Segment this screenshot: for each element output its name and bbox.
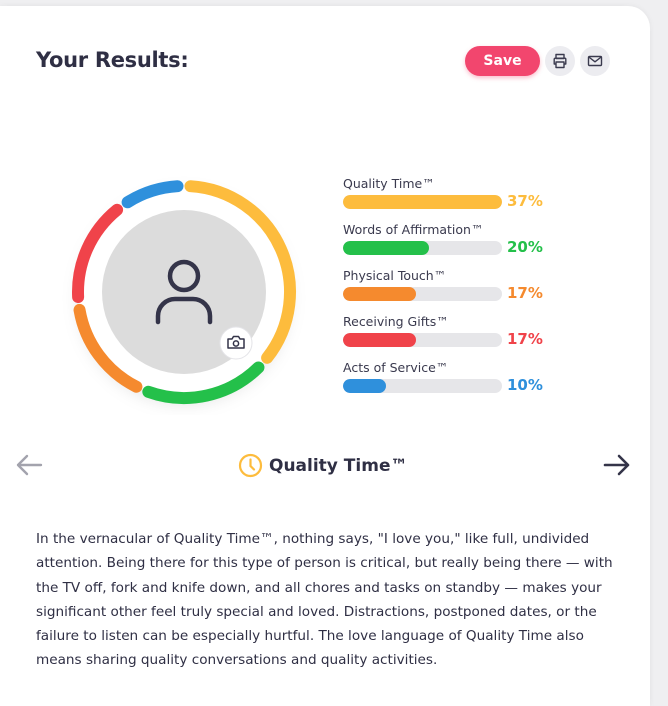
- email-button[interactable]: [580, 46, 610, 76]
- camera-button[interactable]: [219, 326, 253, 360]
- result-bar-track: [343, 287, 502, 301]
- clock-icon: [238, 453, 263, 478]
- print-button[interactable]: [545, 46, 575, 76]
- result-label: Physical Touch™: [343, 268, 447, 283]
- arrow-right-icon: [603, 454, 630, 476]
- result-bar-track: [343, 379, 502, 393]
- result-percent: 10%: [507, 376, 543, 394]
- result-percent: 20%: [507, 238, 543, 256]
- result-row: Acts of Service™ 10%: [343, 358, 558, 404]
- result-bar-fill: [343, 241, 429, 255]
- result-bar-track: [343, 333, 502, 347]
- result-row: Words of Affirmation™ 20%: [343, 220, 558, 266]
- result-label: Receiving Gifts™: [343, 314, 449, 329]
- result-bar-fill: [343, 287, 417, 301]
- save-button[interactable]: Save: [465, 46, 540, 76]
- arrow-left-icon: [16, 454, 43, 476]
- result-bar-track: [343, 195, 502, 209]
- result-bar-track: [343, 241, 502, 255]
- result-bar-fill: [343, 333, 417, 347]
- page-title: Your Results:: [36, 48, 189, 72]
- result-label: Quality Time™: [343, 176, 435, 191]
- result-bar-fill: [343, 195, 502, 209]
- result-bar-fill: [343, 379, 386, 393]
- prev-button[interactable]: [14, 452, 44, 482]
- result-label: Words of Affirmation™: [343, 222, 484, 237]
- result-row: Physical Touch™ 17%: [343, 266, 558, 312]
- result-label: Acts of Service™: [343, 360, 449, 375]
- results-bars: Quality Time™ 37% Words of Affirmation™ 20%…: [343, 174, 558, 404]
- description-text: In the vernacular of Quality Time™, noth…: [36, 531, 613, 669]
- result-percent: 17%: [507, 330, 543, 348]
- result-percent: 17%: [507, 284, 543, 302]
- mail-icon: [587, 55, 603, 67]
- results-ring: [72, 180, 296, 404]
- printer-icon: [553, 53, 567, 69]
- result-row: Receiving Gifts™ 17%: [343, 312, 558, 358]
- carousel-title-text: Quality Time™: [269, 455, 408, 476]
- result-row: Quality Time™ 37%: [343, 174, 558, 220]
- result-percent: 37%: [507, 192, 543, 210]
- carousel-title: Quality Time™: [238, 453, 407, 478]
- next-button[interactable]: [602, 452, 632, 482]
